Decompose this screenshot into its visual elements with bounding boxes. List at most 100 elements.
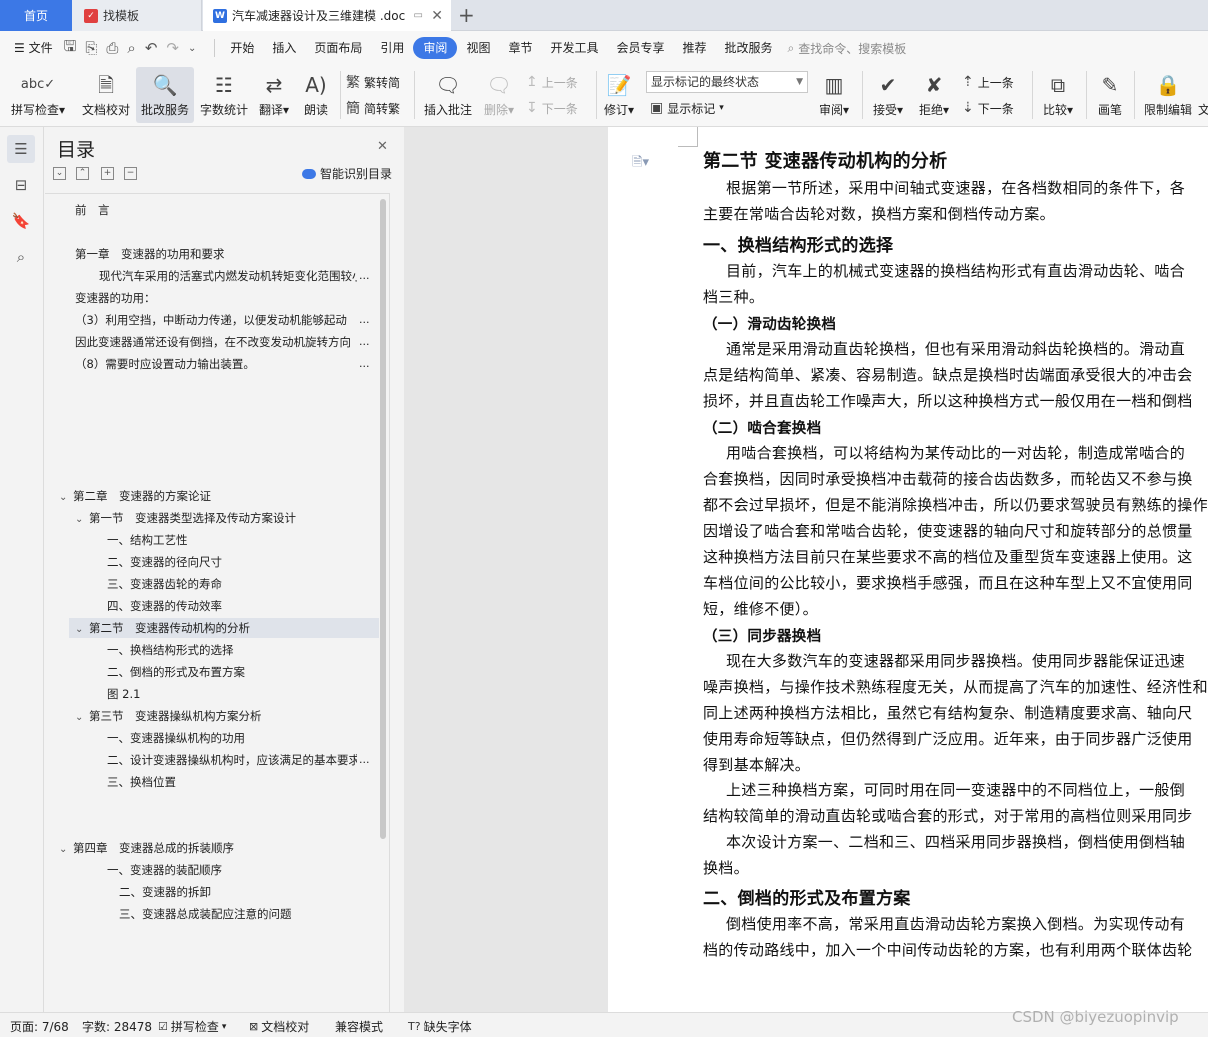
- simp-to-trad-button[interactable]: 簡简转繁: [346, 97, 400, 119]
- toc-item[interactable]: ⌄ 第一节 变速器类型选择及传动方案设计: [75, 508, 296, 528]
- prev-change-button[interactable]: ⇡ 上一条: [962, 71, 1014, 93]
- next-change-button[interactable]: ⇣ 下一条: [962, 97, 1014, 119]
- new-tab-icon[interactable]: +: [458, 3, 475, 27]
- tab-document[interactable]: W 汽车减速器设计及三维建模 .doc ▭ ✕: [203, 0, 451, 31]
- chevron-down-icon[interactable]: ⌄: [75, 708, 89, 726]
- accept-button[interactable]: ✔ 接受▾: [868, 67, 908, 123]
- menu-references[interactable]: 引用: [371, 37, 413, 59]
- redo-icon[interactable]: ↷: [166, 39, 179, 57]
- toc-scrollbar[interactable]: [380, 199, 386, 839]
- toc-item[interactable]: ⌄ 第四章 变速器总成的拆装顺序: [59, 838, 234, 858]
- insert-comment-button[interactable]: 🗨 插入批注: [420, 67, 476, 123]
- word-count-button[interactable]: ☷ 字数统计: [198, 67, 250, 123]
- toc-item[interactable]: 图 2.1: [107, 684, 140, 704]
- toc-item[interactable]: 变速器的功用：: [75, 288, 156, 308]
- menu-recommend[interactable]: 推荐: [674, 37, 716, 59]
- toc-item[interactable]: 二、倒档的形式及布置方案: [107, 662, 245, 682]
- print-icon[interactable]: ⎙: [106, 39, 118, 57]
- toc-item[interactable]: 一、结构工艺性: [107, 530, 188, 550]
- toc-item[interactable]: 三、变速器总成装配应注意的问题: [119, 904, 292, 924]
- doc-proofread-button[interactable]: 🗎 文档校对: [78, 67, 134, 123]
- expand-all-icon[interactable]: +: [101, 167, 114, 180]
- tab-find-template[interactable]: ✓ 找模板: [72, 0, 202, 31]
- font-icon: T?: [408, 1020, 421, 1033]
- find-icon[interactable]: ⌕: [7, 243, 35, 271]
- compare-button[interactable]: ⧉ 比较▾: [1038, 67, 1078, 123]
- toc-item[interactable]: （3）利用空挡，中断动力传递，以便发动机能够起动: [75, 310, 357, 330]
- toc-item[interactable]: 三、变速器齿轮的寿命: [107, 574, 222, 594]
- menu-member[interactable]: 会员专享: [607, 37, 673, 59]
- toc-item[interactable]: 二、变速器的径向尺寸: [107, 552, 222, 572]
- toc-item-label: 第四章 变速器总成的拆装顺序: [73, 841, 234, 855]
- expand-up-icon[interactable]: ⌃: [76, 167, 89, 180]
- menu-chapter[interactable]: 章节: [499, 37, 541, 59]
- file-menu[interactable]: ☰ 文件: [0, 37, 62, 59]
- toc-item[interactable]: ⌄ 第三节 变速器操纵机构方案分析: [75, 706, 262, 726]
- track-changes-button[interactable]: 📝 修订▾: [600, 67, 638, 123]
- toc-item[interactable]: 因此变速器通常还设有倒挡，在不改变发动机旋转方向: [75, 332, 357, 352]
- toc-item[interactable]: 二、变速器的拆卸: [119, 882, 211, 902]
- menu-review[interactable]: 审阅: [413, 37, 458, 59]
- menu-start[interactable]: 开始: [221, 37, 263, 59]
- pen-button[interactable]: ✎ 画笔: [1092, 67, 1128, 123]
- status-doc-proof[interactable]: ⊠ 文档校对: [249, 1018, 309, 1035]
- toc-item[interactable]: 一、变速器操纵机构的功用: [107, 728, 245, 748]
- menu-insert[interactable]: 插入: [263, 37, 305, 59]
- customize-chevron-icon[interactable]: ⌄: [188, 43, 196, 54]
- trad-to-simp-button[interactable]: 繁繁转简: [346, 71, 400, 93]
- markup-display-select[interactable]: 显示标记的最终状态 ▼: [646, 71, 808, 93]
- status-missing-font[interactable]: T? 缺失字体: [408, 1018, 472, 1035]
- toc-item[interactable]: 现代汽车采用的活塞式内燃发动机转矩变化范围较小: [99, 266, 357, 286]
- toc-item[interactable]: 第一章 变速器的功用和要求: [75, 244, 225, 264]
- collapse-icon[interactable]: ⌄: [53, 167, 66, 180]
- toc-item[interactable]: 一、换档结构形式的选择: [107, 640, 234, 660]
- chapter-icon[interactable]: ⊟: [7, 171, 35, 199]
- restrict-edit-button[interactable]: 🔒 限制编辑: [1140, 67, 1196, 123]
- toc-icon[interactable]: ☰: [7, 135, 35, 163]
- review-service-button[interactable]: 🔍 批改服务: [136, 67, 194, 123]
- smart-toc-button[interactable]: 智能识别目录: [302, 165, 392, 182]
- menu-review-service[interactable]: 批改服务: [716, 37, 782, 59]
- page-indicator[interactable]: 页面: 7/68: [10, 1018, 69, 1035]
- print-preview-icon[interactable]: ⌕: [127, 39, 135, 57]
- spell-check-button[interactable]: abc✓ 拼写检查▾: [6, 67, 70, 123]
- close-panel-icon[interactable]: ✕: [377, 139, 388, 154]
- menu-page-layout[interactable]: 页面布局: [305, 37, 371, 59]
- toc-item[interactable]: 二、设计变速器操纵机构时，应该满足的基本要求: [107, 750, 357, 770]
- review-pane-button[interactable]: ▥ 审阅▾: [814, 67, 854, 123]
- command-search[interactable]: ⌕ 查找命令、搜索模板: [788, 40, 907, 57]
- next-comment-button[interactable]: ↧ 下一条: [526, 97, 578, 119]
- toc-item-selected[interactable]: ⌄ 第二节 变速器传动机构的分析: [69, 618, 379, 638]
- chevron-down-icon[interactable]: ⌄: [59, 840, 73, 858]
- toc-item[interactable]: 四、变速器的传动效率: [107, 596, 222, 616]
- monitor-icon[interactable]: ▭: [414, 10, 423, 21]
- toc-item[interactable]: 一、变速器的装配顺序: [107, 860, 222, 880]
- undo-icon[interactable]: ↶: [145, 39, 158, 57]
- translate-button[interactable]: ⇄ 翻译▾: [256, 67, 292, 123]
- collapse-all-icon[interactable]: −: [124, 167, 137, 180]
- toc-item[interactable]: ⌄ 第二章 变速器的方案论证: [59, 486, 211, 506]
- chevron-down-icon[interactable]: ⌄: [75, 620, 89, 638]
- toc-item[interactable]: 前 言: [75, 200, 110, 220]
- chevron-down-icon[interactable]: ⌄: [75, 510, 89, 528]
- word-count-indicator[interactable]: 字数: 28478: [82, 1018, 152, 1035]
- menu-view[interactable]: 视图: [457, 37, 499, 59]
- bookmark-icon[interactable]: 🔖: [7, 207, 35, 235]
- toc-item[interactable]: 三、换档位置: [107, 772, 176, 792]
- show-markup-button[interactable]: ▣ 显示标记 ▾: [650, 97, 724, 119]
- save-icon[interactable]: 🖫: [64, 36, 77, 61]
- compat-mode[interactable]: 兼容模式: [335, 1018, 383, 1035]
- tab-home[interactable]: 首页: [0, 0, 72, 31]
- export-pdf-icon[interactable]: ⎘: [85, 39, 97, 57]
- doc-permission-button[interactable]: 文: [1198, 67, 1208, 123]
- page-options-icon[interactable]: 🗎▾: [632, 153, 649, 175]
- delete-comment-button[interactable]: 🗨 删除▾: [480, 67, 518, 123]
- menu-developer[interactable]: 开发工具: [541, 37, 607, 59]
- close-tab-icon[interactable]: ✕: [431, 8, 443, 24]
- chevron-down-icon[interactable]: ⌄: [59, 488, 73, 506]
- read-aloud-button[interactable]: A) 朗读: [298, 67, 334, 123]
- toc-item[interactable]: （8）需要时应设置动力输出装置。: [75, 354, 255, 374]
- reject-button[interactable]: ✘ 拒绝▾: [914, 67, 954, 123]
- status-spell-check[interactable]: ☑ 拼写检查 ▾: [158, 1018, 226, 1035]
- prev-comment-button[interactable]: ↥ 上一条: [526, 71, 578, 93]
